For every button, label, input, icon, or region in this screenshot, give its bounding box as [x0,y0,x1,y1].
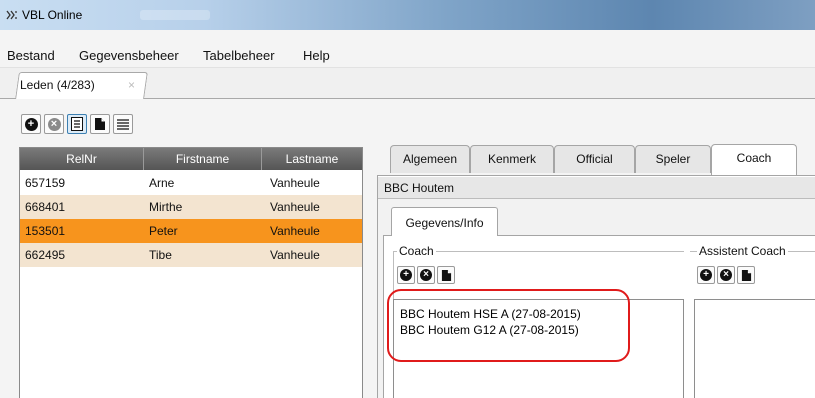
cell-firstname: Peter [149,224,178,238]
copy-button[interactable] [90,114,110,134]
highlight-annotation [387,289,630,362]
titlebar-decoration [140,10,210,20]
menu-gegevensbeheer[interactable]: Gegevensbeheer [79,48,179,63]
form-icon [71,117,83,131]
tab-official[interactable]: Official [554,145,635,173]
column-header-lastname[interactable]: Lastname [262,148,362,170]
menu-tabelbeheer[interactable]: Tabelbeheer [203,48,275,63]
coach-group-border [394,251,684,252]
table-row[interactable]: 662495 Tibe Vanheule [20,243,362,267]
title-bar: VBL Online [0,0,815,30]
coach-add-button[interactable]: + [397,266,415,284]
assistant-document-button[interactable] [737,266,755,284]
form-view-button[interactable] [67,114,87,134]
assistant-add-button[interactable]: + [697,266,715,284]
table-row-selected[interactable]: 153501 Peter Vanheule [20,219,362,243]
app-logo-icon [6,10,17,20]
column-header-firstname[interactable]: Firstname [144,148,262,170]
assistant-coach-list[interactable] [694,299,815,398]
tab-close-icon[interactable]: × [128,78,135,92]
cell-relnr: 657159 [25,176,66,190]
cell-firstname: Tibe [149,248,172,262]
coach-document-button[interactable] [437,266,455,284]
cell-firstname: Arne [149,176,175,190]
remove-icon: × [720,269,732,281]
add-button[interactable]: + [21,114,41,134]
tab-gegevens-info[interactable]: Gegevens/Info [391,207,498,236]
tab-kenmerk[interactable]: Kenmerk [470,145,554,173]
cell-lastname: Vanheule [270,200,320,214]
menu-bar: Bestand Gegevensbeheer Tabelbeheer Help [0,30,815,68]
table-row[interactable]: 668401 Mirthe Vanheule [20,195,362,219]
tab-coach[interactable]: Coach [711,144,797,175]
menu-help[interactable]: Help [303,48,330,63]
plus-icon: + [700,269,712,281]
plus-icon: + [400,269,412,281]
cell-lastname: Vanheule [270,176,320,190]
cell-relnr: 153501 [25,224,66,238]
column-header-relnr[interactable]: RelNr [20,148,144,170]
delete-button[interactable]: × [44,114,64,134]
assistant-delete-button[interactable]: × [717,266,735,284]
cell-relnr: 668401 [25,200,66,214]
window-title: VBL Online [22,8,83,22]
cell-lastname: Vanheule [270,248,320,262]
tab-speler[interactable]: Speler [635,145,711,173]
table-header: RelNr Firstname Lastname [20,148,362,170]
table-row[interactable]: 657159 Arne Vanheule [20,171,362,195]
document-icon [441,269,451,281]
coach-delete-button[interactable]: × [417,266,435,284]
list-icon [117,119,129,130]
tab-leden-label: Leden (4/283) [20,78,95,92]
plus-icon: + [24,117,38,131]
remove-icon: × [47,117,61,131]
coach-group-label: Coach [397,244,436,258]
remove-icon: × [420,269,432,281]
members-table: RelNr Firstname Lastname 657159 Arne Van… [19,147,363,398]
club-name-bar: BBC Houtem [378,177,815,199]
assistant-group-label: Assistent Coach [697,244,788,258]
document-icon [741,269,751,281]
document-icon [95,118,105,130]
tab-algemeen[interactable]: Algemeen [390,145,470,173]
cell-relnr: 662495 [25,248,66,262]
list-view-button[interactable] [113,114,133,134]
menu-bestand[interactable]: Bestand [7,48,55,63]
cell-lastname: Vanheule [270,224,320,238]
cell-firstname: Mirthe [149,200,183,214]
